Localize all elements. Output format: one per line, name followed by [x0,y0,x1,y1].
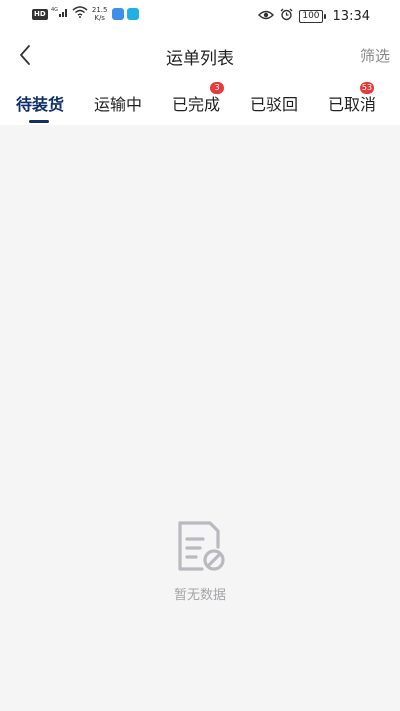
tab-rejected[interactable]: 已驳回 [234,78,314,125]
wifi-icon [72,6,88,22]
network-speed: 21.5 K/s [91,6,109,22]
status-bar-right: 100 13:34 [258,8,370,25]
cellular-signal-icon: 4G [51,6,69,22]
tab-in-transit[interactable]: 运输中 [78,78,158,125]
completed-count-badge: 3 [209,82,224,94]
network-type-label: 4G [51,7,58,13]
network-speed-unit: K/s [94,14,105,22]
empty-state-text: 暂无数据 [173,588,226,603]
cancelled-count-badge: 53 [359,82,374,94]
tab-completed[interactable]: 已完成 3 [156,78,236,125]
status-tabs: 待装货 运输中 已完成 3 已驳回 已取消 53 [0,78,400,125]
eye-icon [258,9,275,24]
tab-label: 已取消 53 [327,82,376,115]
tab-cancelled[interactable]: 已取消 53 [312,78,392,125]
status-bar: HD 4G 21.5 K/s 100 13:34 [0,0,400,32]
tab-label-text: 已完成 [171,95,220,114]
filter-button[interactable]: 筛选 [360,45,390,66]
cloud-app-icon [111,8,124,20]
status-bar-left: HD 4G 21.5 K/s [32,6,139,22]
tab-label: 运输中 [93,95,142,114]
network-speed-value: 21.5 [91,6,108,14]
clock: 13:34 [332,9,370,24]
tab-pending-loading[interactable]: 待装货 [0,78,80,125]
hd-indicator: HD [32,8,48,20]
tab-label: 已驳回 [249,95,298,114]
active-tab-indicator [29,120,49,123]
search-app-icon [126,8,139,20]
alarm-icon [280,8,293,25]
tab-label: 已完成 3 [171,82,224,115]
no-document-icon [176,519,228,575]
tab-label-text: 已取消 [327,95,376,114]
page-title: 运单列表 [166,49,234,69]
battery-indicator: 100 [299,10,326,23]
nav-bar: 运单列表 筛选 [0,32,400,78]
tab-label: 待装货 [15,95,64,114]
